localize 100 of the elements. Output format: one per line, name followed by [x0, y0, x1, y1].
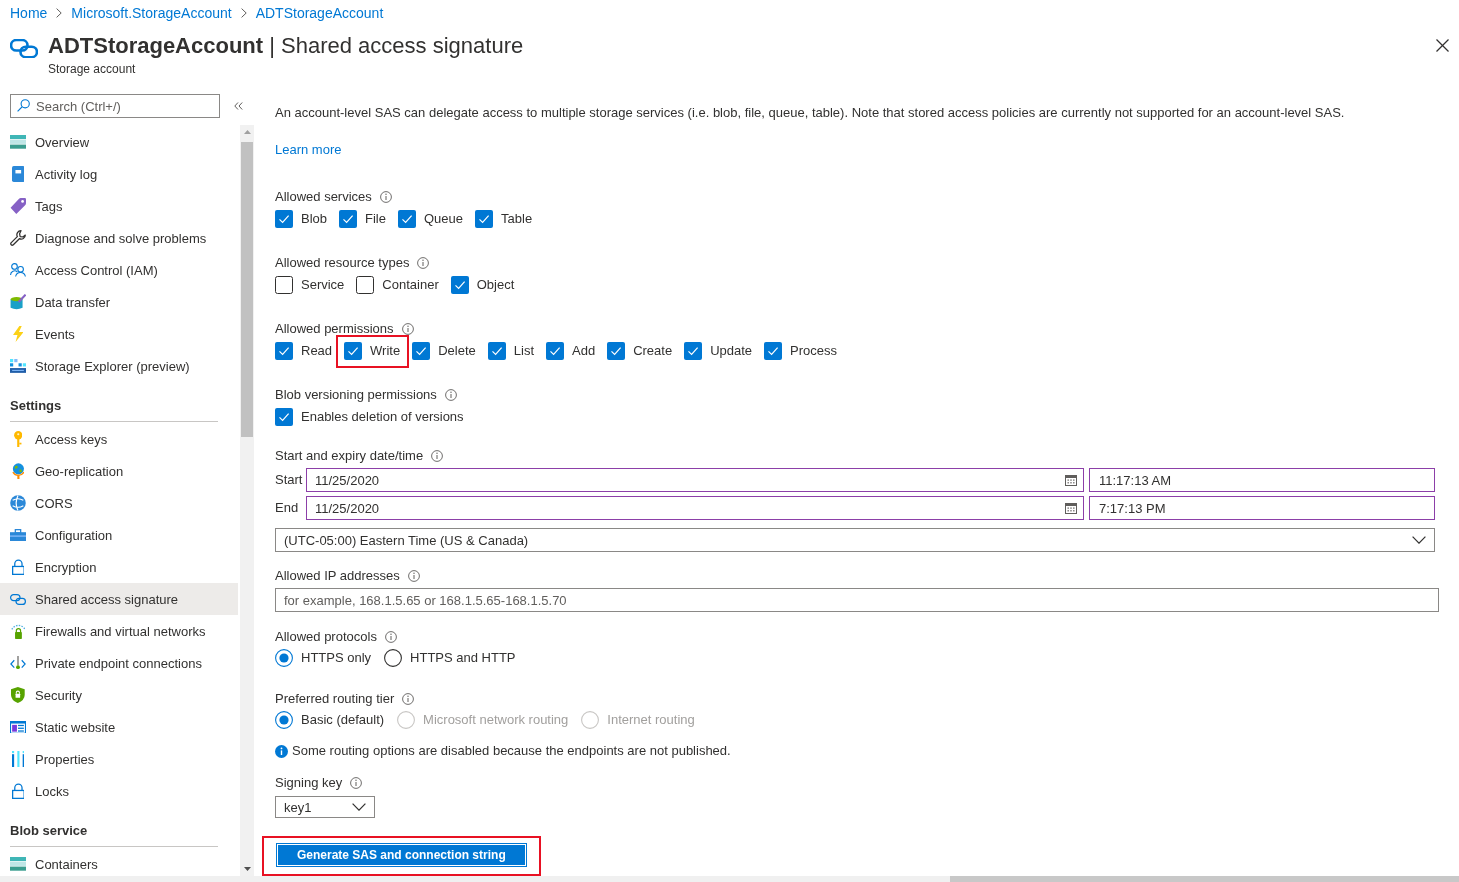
checkbox[interactable]: [275, 342, 293, 360]
nav-item[interactable]: Activity log: [0, 158, 238, 190]
nav-item[interactable]: Properties: [0, 743, 238, 775]
nav-item[interactable]: Geo-replication: [0, 455, 238, 487]
timezone-dropdown[interactable]: (UTC-05:00) Eastern Time (US & Canada): [275, 528, 1435, 552]
double-chevron-left-icon: [234, 102, 243, 110]
field-label: Preferred routing tier: [275, 690, 395, 708]
ip-address-field[interactable]: for example, 168.1.5.65 or 168.1.5.65-168.1.5.70: [275, 588, 1439, 612]
nav-item[interactable]: Events: [0, 318, 238, 350]
breadcrumb-link[interactable]: Home: [10, 5, 48, 21]
checkbox[interactable]: [487, 342, 506, 360]
date-field[interactable]: 11/25/2020: [306, 496, 1084, 520]
chevron-right-icon: [56, 8, 63, 18]
scrollbar[interactable]: [0, 876, 1459, 882]
bars-icon: [11, 751, 25, 767]
checkbox-label: Table: [501, 210, 533, 228]
nav-item[interactable]: Access Control (IAM): [0, 254, 238, 286]
info-icon: [417, 257, 430, 269]
nav-item[interactable]: Static website: [0, 711, 238, 743]
checkbox[interactable]: [275, 210, 293, 228]
breadcrumb-link[interactable]: ADTStorageAccount: [255, 5, 384, 21]
checkbox-label: Queue: [424, 210, 464, 228]
field-label: Allowed protocols: [275, 628, 377, 646]
time-field[interactable]: 11:17:13 AM: [1089, 468, 1435, 492]
scrollbar-thumb[interactable]: [241, 142, 253, 437]
radio-label: HTTPS only: [301, 649, 372, 667]
nav-item[interactable]: Access keys: [0, 423, 238, 455]
checkbox-label: Service: [301, 276, 345, 294]
checkbox-label: Blob: [301, 210, 328, 228]
page-title: ADTStorageAccount | Shared access signature: [48, 32, 524, 60]
radio-button[interactable]: [275, 649, 293, 667]
checkbox-label: Write: [370, 342, 401, 360]
radio-label: Basic (default): [301, 711, 385, 729]
signing-key-dropdown[interactable]: key1: [275, 796, 375, 818]
calendar-icon: [1065, 474, 1077, 486]
checkbox[interactable]: [356, 276, 375, 294]
search-field[interactable]: Search (Ctrl+/): [10, 94, 220, 118]
nav-item[interactable]: Overview: [0, 126, 238, 158]
nav-item[interactable]: Containers: [0, 848, 238, 876]
checkbox[interactable]: [275, 408, 293, 426]
nav-item[interactable]: Private endpoint connections: [0, 647, 238, 679]
field-label: Allowed services: [275, 188, 372, 206]
nav-item[interactable]: CORS: [0, 487, 238, 519]
chevron-right-icon: [240, 8, 247, 18]
checkbox[interactable]: [339, 210, 358, 228]
close-button[interactable]: [1436, 39, 1449, 52]
radio-label: Internet routing: [607, 711, 695, 729]
row-label: End: [275, 499, 300, 517]
checkbox-label: Delete: [438, 342, 476, 360]
calendar-icon: [1065, 502, 1077, 514]
nav-item[interactable]: Encryption: [0, 551, 238, 583]
nav-item[interactable]: Storage Explorer (preview): [0, 350, 238, 382]
checkbox[interactable]: [450, 276, 469, 294]
radio-button[interactable]: [275, 711, 293, 729]
info-icon: [431, 450, 444, 462]
checkbox[interactable]: [475, 210, 494, 228]
radio-label: HTTPS and HTTP: [410, 649, 516, 667]
info-icon: [384, 631, 397, 643]
nav-item[interactable]: Firewalls and virtual networks: [0, 615, 238, 647]
nav-item[interactable]: Diagnose and solve problems: [0, 222, 238, 254]
chevron-down-icon: [1412, 536, 1426, 544]
triangle-up-icon[interactable]: [243, 130, 251, 134]
checkbox[interactable]: [275, 276, 293, 294]
checkbox[interactable]: [398, 210, 416, 228]
nav-item[interactable]: Shared access signature: [0, 583, 238, 615]
checkbox[interactable]: [764, 342, 783, 360]
nav-item[interactable]: Data transfer: [0, 286, 238, 318]
checkbox-label: List: [513, 342, 534, 360]
checkbox[interactable]: [684, 342, 703, 360]
lock-icon: [11, 559, 25, 575]
checkbox-label: Process: [790, 342, 838, 360]
field-label: Allowed IP addresses: [275, 567, 400, 585]
scrollbar[interactable]: [240, 125, 254, 876]
padlock-icon: [10, 623, 26, 639]
radio-button[interactable]: [384, 649, 403, 667]
tag-icon: [10, 198, 26, 214]
people-icon: [10, 263, 26, 277]
nav-item[interactable]: Security: [0, 679, 238, 711]
checkbox[interactable]: [412, 342, 431, 360]
checkbox-label: Read: [301, 342, 333, 360]
checkbox[interactable]: [607, 342, 626, 360]
info-icon: [407, 570, 420, 582]
learn-more-link[interactable]: Learn more: [275, 140, 342, 160]
section-heading: Blob service: [10, 822, 88, 840]
globe-icon: [11, 463, 25, 479]
nav-item[interactable]: Locks: [0, 775, 238, 807]
nav-item[interactable]: Tags: [0, 190, 238, 222]
nav-item[interactable]: Configuration: [0, 519, 238, 551]
triangle-down-icon[interactable]: [243, 867, 251, 871]
time-field[interactable]: 7:17:13 PM: [1089, 496, 1435, 520]
stacked-bars-icon: [10, 135, 26, 149]
scrollbar-thumb[interactable]: [950, 876, 1459, 882]
collapse-button[interactable]: [234, 102, 243, 110]
date-field[interactable]: 11/25/2020: [306, 468, 1084, 492]
description-text: An account-level SAS can delegate access to multiple storage services (i.e. blob, file, queue, table). Note that stored access policies are currently not supported for an account-level SAS.: [275, 104, 1346, 122]
generate-button[interactable]: Generate SAS and connection string: [276, 843, 527, 867]
checkbox[interactable]: [546, 342, 564, 360]
breadcrumb-link[interactable]: Microsoft.StorageAccount: [71, 5, 232, 21]
checkbox[interactable]: [344, 342, 363, 360]
stacked-bars-icon: [10, 857, 26, 871]
